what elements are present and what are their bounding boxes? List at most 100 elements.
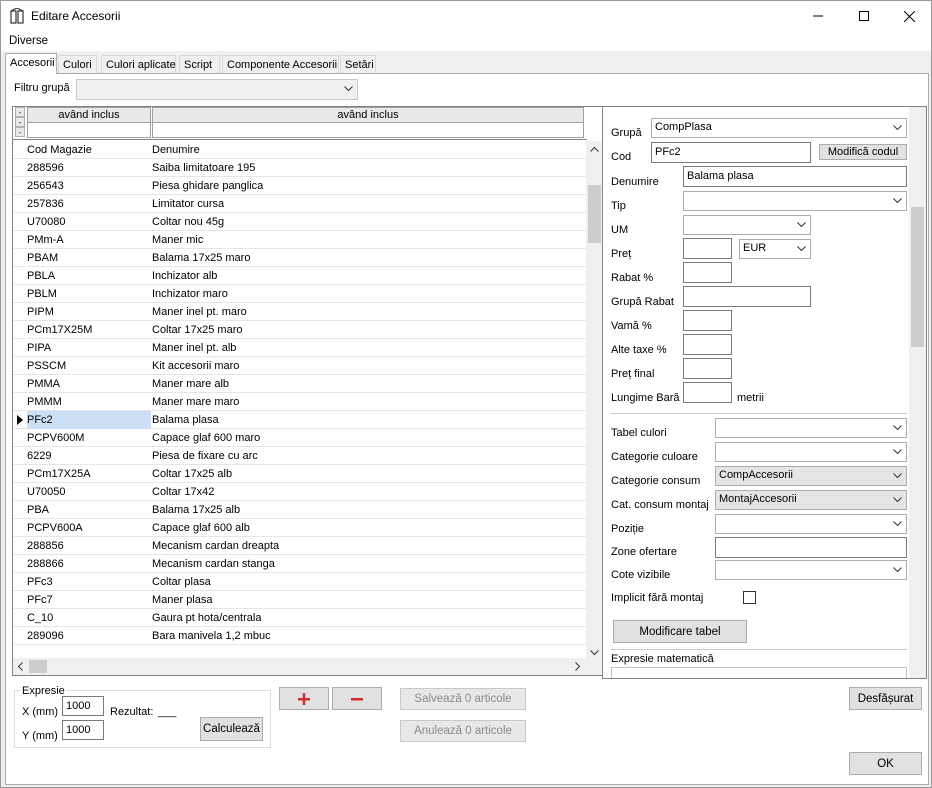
vama-input[interactable] <box>683 310 732 331</box>
um-combo[interactable] <box>683 215 811 235</box>
remove-button[interactable] <box>332 687 382 710</box>
cell-cod-magazie[interactable]: PSSCM <box>27 360 151 376</box>
cod-input[interactable]: PFc2 <box>651 142 811 163</box>
details-vertical-scrollbar[interactable] <box>909 107 926 678</box>
filter-mode-cod[interactable]: având inclus <box>27 107 151 123</box>
categorie-consum-combo[interactable]: CompAccesorii <box>715 466 907 486</box>
cote-vizibile-combo[interactable] <box>715 560 907 580</box>
minimize-button[interactable] <box>795 1 841 31</box>
cell-denumire[interactable]: Gaura pt hota/centrala <box>152 612 261 628</box>
table-row[interactable]: PBA Balama 17x25 alb <box>13 501 587 519</box>
cell-cod-magazie[interactable]: PMm-A <box>27 234 151 250</box>
cell-denumire[interactable]: Maner inel pt. maro <box>152 306 247 322</box>
tab-accesorii[interactable]: Accesorii <box>5 53 57 74</box>
column-header-denumire[interactable]: Denumire <box>152 144 200 160</box>
cell-cod-magazie[interactable]: PMMA <box>27 378 151 394</box>
table-row[interactable]: PBLA Inchizator alb <box>13 267 587 285</box>
cell-denumire[interactable]: Bara manivela 1,2 mbuc <box>152 630 271 646</box>
table-row[interactable]: 288596 Saiba limitatoare 195 <box>13 159 587 177</box>
cell-denumire[interactable]: Piesa de fixare cu arc <box>152 450 258 466</box>
desfasurat-button[interactable]: Desfășurat <box>849 687 922 710</box>
close-button[interactable] <box>886 1 932 31</box>
table-row[interactable]: PCPV600M Capace glaf 600 maro <box>13 429 587 447</box>
tab-culori-aplicate[interactable]: Culori aplicate <box>101 55 176 73</box>
grid-vertical-scrollbar[interactable] <box>586 141 603 660</box>
tab-culori[interactable]: Culori <box>58 55 97 73</box>
cell-cod-magazie[interactable]: PFc2 <box>27 411 151 429</box>
cell-cod-magazie[interactable]: PCPV600M <box>27 432 151 448</box>
cell-cod-magazie[interactable]: PCPV600A <box>27 522 151 538</box>
x-input[interactable]: 1000 <box>62 696 104 716</box>
table-row[interactable]: PMMA Maner mare alb <box>13 375 587 393</box>
cat-consum-montaj-combo[interactable]: MontajAccesorii <box>715 490 907 510</box>
cell-denumire[interactable]: Coltar 17x25 alb <box>152 468 232 484</box>
add-button[interactable] <box>279 687 329 710</box>
table-row[interactable]: PMMM Maner mare maro <box>13 393 587 411</box>
grid-vertical-thumb[interactable] <box>588 185 601 243</box>
cell-denumire[interactable]: Balama 17x25 maro <box>152 252 250 268</box>
cell-cod-magazie[interactable]: PFc7 <box>27 594 151 610</box>
scroll-down-icon[interactable] <box>590 649 599 656</box>
tab-script[interactable]: Script <box>179 55 220 73</box>
cell-denumire[interactable]: Coltar 17x42 <box>152 486 214 502</box>
scroll-left-icon[interactable] <box>17 662 24 671</box>
table-row[interactable]: 6229 Piesa de fixare cu arc <box>13 447 587 465</box>
scroll-up-icon[interactable] <box>590 146 599 153</box>
cell-denumire[interactable]: Inchizator maro <box>152 288 228 304</box>
pret-final-input[interactable] <box>683 358 732 379</box>
salveaza-button[interactable]: Salvează 0 articole <box>400 688 526 710</box>
grid-horizontal-scrollbar[interactable] <box>13 658 587 675</box>
cell-cod-magazie[interactable]: 257836 <box>27 198 151 214</box>
modifica-codul-button[interactable]: Modifică codul <box>819 144 907 160</box>
cell-denumire[interactable]: Coltar 17x25 maro <box>152 324 243 340</box>
currency-combo[interactable]: EUR <box>739 239 811 259</box>
details-vertical-thumb[interactable] <box>911 207 924 347</box>
table-row[interactable]: PBAM Balama 17x25 maro <box>13 249 587 267</box>
cell-denumire[interactable]: Saiba limitatoare 195 <box>152 162 255 178</box>
denumire-input[interactable]: Balama plasa <box>683 166 907 187</box>
cell-cod-magazie[interactable]: PBLA <box>27 270 151 286</box>
cell-cod-magazie[interactable]: 288866 <box>27 558 151 574</box>
table-row[interactable]: PFc7 Maner plasa <box>13 591 587 609</box>
filtru-grupa-combo[interactable] <box>76 79 358 100</box>
cell-denumire[interactable]: Limitator cursa <box>152 198 224 214</box>
filter-mode-denumire[interactable]: având inclus <box>152 107 584 123</box>
cell-denumire[interactable]: Coltar nou 45g <box>152 216 224 232</box>
cell-cod-magazie[interactable]: PIPA <box>27 342 151 358</box>
grid-corner-button-3[interactable]: - <box>15 127 25 137</box>
lungime-bara-input[interactable] <box>683 382 732 403</box>
rabat-input[interactable] <box>683 262 732 283</box>
table-row[interactable]: 289096 Bara manivela 1,2 mbuc <box>13 627 587 645</box>
table-row[interactable]: PSSCM Kit accesorii maro <box>13 357 587 375</box>
cell-denumire[interactable]: Maner mare maro <box>152 396 239 412</box>
modificare-tabel-button[interactable]: Modificare tabel <box>613 620 747 643</box>
cell-denumire[interactable]: Kit accesorii maro <box>152 360 239 376</box>
cell-denumire[interactable]: Maner inel pt. alb <box>152 342 236 358</box>
cell-cod-magazie[interactable]: C_10 <box>27 612 151 628</box>
implicit-fara-montaj-checkbox[interactable] <box>743 591 756 604</box>
cell-denumire[interactable]: Maner mare alb <box>152 378 229 394</box>
cell-cod-magazie[interactable]: 289096 <box>27 630 151 646</box>
cell-cod-magazie[interactable]: 288856 <box>27 540 151 556</box>
cell-cod-magazie[interactable]: 256543 <box>27 180 151 196</box>
pret-input[interactable] <box>683 238 732 259</box>
y-input[interactable]: 1000 <box>62 720 104 740</box>
categorie-culoare-combo[interactable] <box>715 442 907 462</box>
anuleaza-button[interactable]: Anulează 0 articole <box>400 720 526 742</box>
scroll-right-icon[interactable] <box>574 662 581 671</box>
cell-denumire[interactable]: Capace glaf 600 maro <box>152 432 260 448</box>
cell-cod-magazie[interactable]: PFc3 <box>27 576 151 592</box>
cell-cod-magazie[interactable]: 6229 <box>27 450 151 466</box>
cell-cod-magazie[interactable]: PBAM <box>27 252 151 268</box>
cell-cod-magazie[interactable]: PCm17X25A <box>27 468 151 484</box>
table-row[interactable]: PCPV600A Capace glaf 600 alb <box>13 519 587 537</box>
filter-input-cod[interactable] <box>27 122 151 138</box>
cell-denumire[interactable]: Piesa ghidare panglica <box>152 180 263 196</box>
maximize-button[interactable] <box>841 1 887 31</box>
pozitie-combo[interactable] <box>715 514 907 534</box>
table-row[interactable]: 288856 Mecanism cardan dreapta <box>13 537 587 555</box>
cell-cod-magazie[interactable]: PBLM <box>27 288 151 304</box>
cell-cod-magazie[interactable]: 288596 <box>27 162 151 178</box>
calculeaza-button[interactable]: Calculează <box>200 717 263 741</box>
table-row[interactable]: PBLM Inchizator maro <box>13 285 587 303</box>
